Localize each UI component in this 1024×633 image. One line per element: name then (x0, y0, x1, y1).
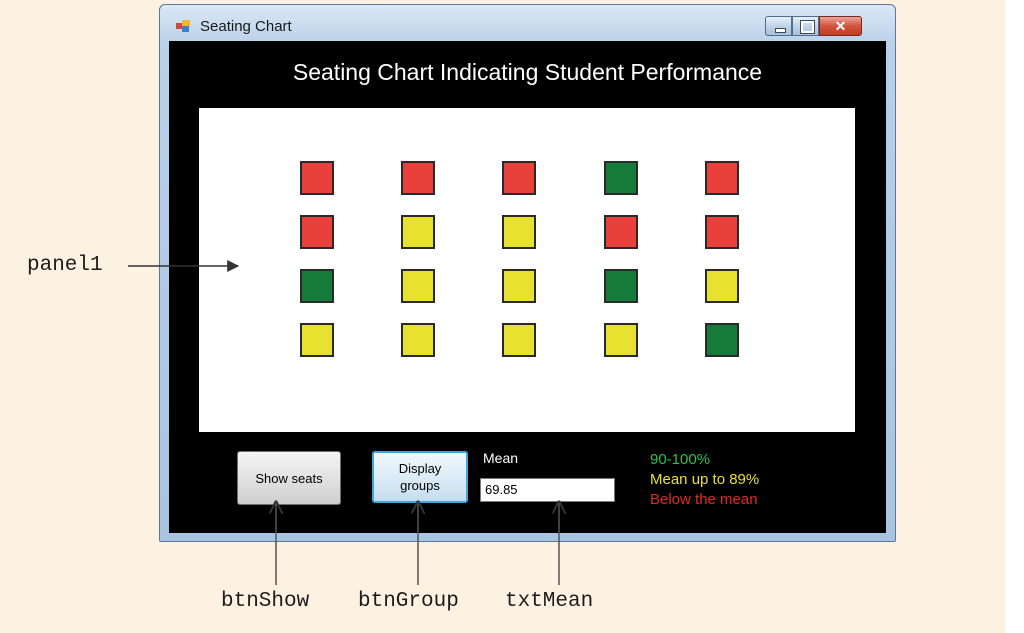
annotation-arrows (128, 260, 1024, 585)
